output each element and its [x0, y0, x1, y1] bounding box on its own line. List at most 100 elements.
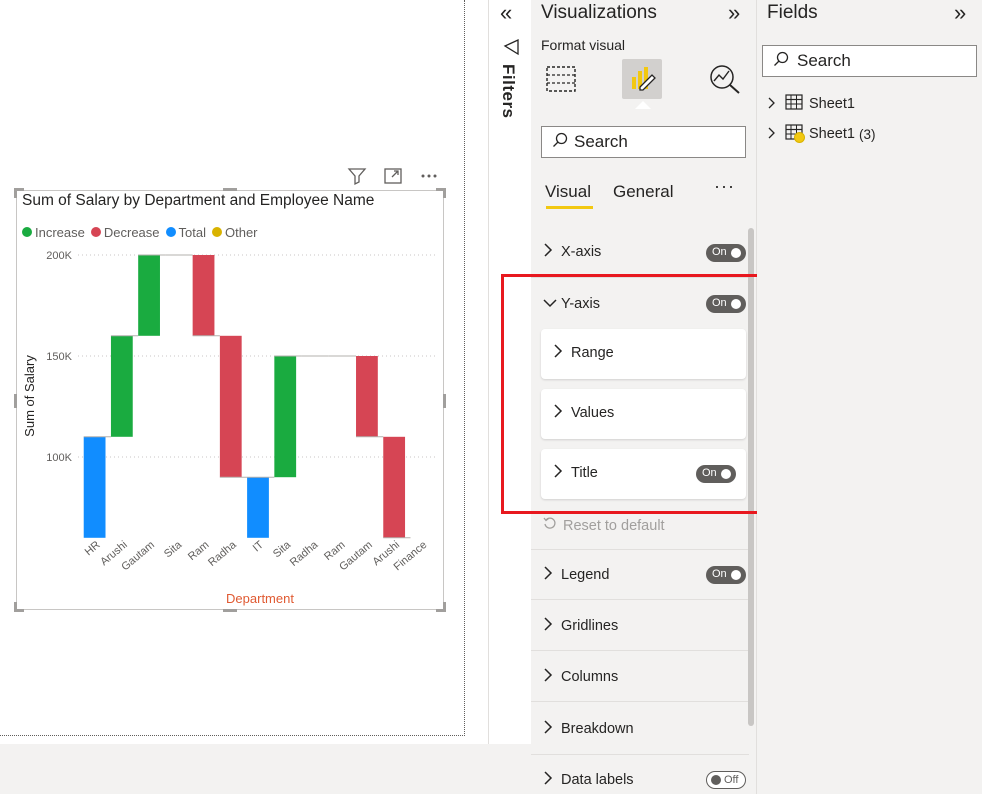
x-tick-label: Sita	[162, 538, 185, 560]
expand-filters-chevron-icon[interactable]: «	[500, 0, 512, 26]
legend-toggle[interactable]: On	[706, 566, 746, 584]
search-icon	[552, 132, 574, 153]
chevron-right-icon	[543, 243, 553, 260]
section-label: Gridlines	[561, 618, 619, 634]
section-legend[interactable]: Legend On	[531, 550, 749, 600]
section-breakdown[interactable]: Breakdown	[531, 703, 749, 755]
table-icon	[785, 94, 803, 114]
x-tick-label: HR	[83, 539, 103, 558]
legend-label: Decrease	[103, 224, 160, 240]
canvas-border-bottom	[0, 735, 465, 736]
resize-handle[interactable]	[223, 188, 237, 191]
waterfall-bar	[356, 356, 378, 437]
focus-mode-icon[interactable]	[381, 166, 405, 188]
y-tick-label: 100K	[46, 452, 72, 464]
visual-header	[345, 166, 445, 188]
page-footer-bar	[0, 744, 531, 794]
waterfall-bar	[110, 335, 133, 437]
visualizations-title: Visualizations	[541, 2, 657, 23]
table-name: Sheet1	[809, 126, 855, 142]
legend-item[interactable]: Other	[211, 224, 258, 240]
resize-handle[interactable]	[14, 188, 17, 198]
table-selected-icon	[785, 124, 805, 144]
legend-item[interactable]: Total	[165, 224, 206, 240]
waterfall-bar	[138, 255, 160, 336]
x-axis-title: Department	[226, 591, 294, 606]
x-tick-label: IT	[251, 539, 266, 555]
search-placeholder: Search	[574, 132, 628, 151]
filter-icon[interactable]	[345, 166, 369, 188]
legend-dot	[165, 227, 176, 237]
chevron-right-icon	[543, 617, 553, 634]
legend-item[interactable]: Decrease	[90, 224, 160, 240]
waterfall-bar	[83, 436, 106, 538]
visualizations-search-input[interactable]: Search	[541, 126, 746, 158]
section-data-labels[interactable]: Data labels Off	[531, 755, 749, 794]
active-tab-indicator	[546, 206, 593, 209]
section-label: X-axis	[561, 244, 602, 260]
x-axis-toggle[interactable]: On	[706, 244, 746, 262]
collapse-fields-chevron-icon[interactable]: »	[954, 0, 966, 26]
table-name: Sheet1	[809, 96, 855, 112]
section-gridlines[interactable]: Gridlines	[531, 601, 749, 651]
reset-icon	[543, 516, 563, 534]
analytics-tab-icon[interactable]	[705, 59, 745, 99]
reset-to-default-button[interactable]: Reset to default	[543, 516, 665, 534]
filters-label[interactable]: Filters	[498, 64, 518, 119]
search-placeholder: Search	[797, 51, 851, 70]
x-tick-label: Radha	[206, 538, 239, 569]
chevron-right-icon	[767, 97, 781, 112]
build-visual-tab-icon[interactable]	[541, 59, 581, 99]
section-columns[interactable]: Columns	[531, 652, 749, 702]
tab-general[interactable]: General	[613, 182, 673, 202]
legend-dot	[211, 227, 222, 237]
search-icon	[773, 51, 797, 72]
chevron-right-icon	[767, 127, 781, 142]
format-visual-tab-icon[interactable]	[622, 59, 662, 99]
filter-funnel-icon	[503, 38, 521, 61]
waterfall-chart: 100K150K200KSum of SalaryHRArushiGautam S…	[22, 250, 438, 606]
waterfall-bar	[383, 436, 406, 538]
legend-label: Increase	[35, 224, 85, 240]
waterfall-bar	[247, 477, 269, 538]
chevron-right-icon	[543, 566, 553, 583]
more-options-icon[interactable]: ···	[714, 176, 735, 197]
chevron-right-icon	[543, 771, 553, 788]
tab-pointer	[635, 101, 651, 109]
legend-label: Other	[224, 224, 258, 240]
section-label: Columns	[561, 669, 619, 685]
waterfall-bar	[274, 356, 297, 478]
collapse-visualizations-chevron-icon[interactable]: »	[728, 0, 740, 26]
resize-handle[interactable]	[443, 188, 446, 198]
chevron-right-icon	[543, 720, 553, 737]
chevron-right-icon	[543, 668, 553, 685]
legend-item[interactable]: Increase	[22, 225, 85, 240]
section-label: Breakdown	[561, 721, 634, 737]
data-labels-toggle[interactable]: Off	[706, 771, 746, 789]
checkmark-badge-icon	[794, 132, 805, 143]
chart-legend: Increase Decrease Total Other	[22, 223, 264, 241]
waterfall-bar	[192, 255, 215, 336]
section-label: Data labels	[561, 772, 634, 788]
fields-search-input[interactable]: Search	[762, 45, 977, 77]
fields-title: Fields	[767, 2, 818, 23]
y-tick-label: 150K	[46, 351, 72, 363]
waterfall-bar	[219, 335, 242, 478]
highlight-annotation-box	[501, 274, 781, 514]
more-options-icon[interactable]	[417, 166, 441, 188]
field-table-sheet1-3[interactable]: Sheet1 (3)	[767, 123, 876, 145]
y-tick-label: 200K	[46, 250, 72, 262]
legend-label: Total	[178, 224, 206, 240]
table-suffix: (3)	[859, 126, 876, 142]
legend-dot	[22, 227, 32, 237]
section-x-axis[interactable]: X-axis On	[531, 228, 749, 278]
chart-title: Sum of Salary by Department and Employee…	[22, 192, 375, 209]
y-axis-title: Sum of Salary	[22, 355, 37, 437]
field-table-sheet1[interactable]: Sheet1	[767, 93, 855, 115]
format-visual-label: Format visual	[541, 37, 626, 53]
x-tick-label: Radha	[288, 538, 321, 569]
legend-dot	[90, 227, 101, 237]
tab-visual[interactable]: Visual	[545, 182, 591, 202]
fields-pane	[757, 0, 982, 794]
canvas-border	[464, 0, 465, 736]
